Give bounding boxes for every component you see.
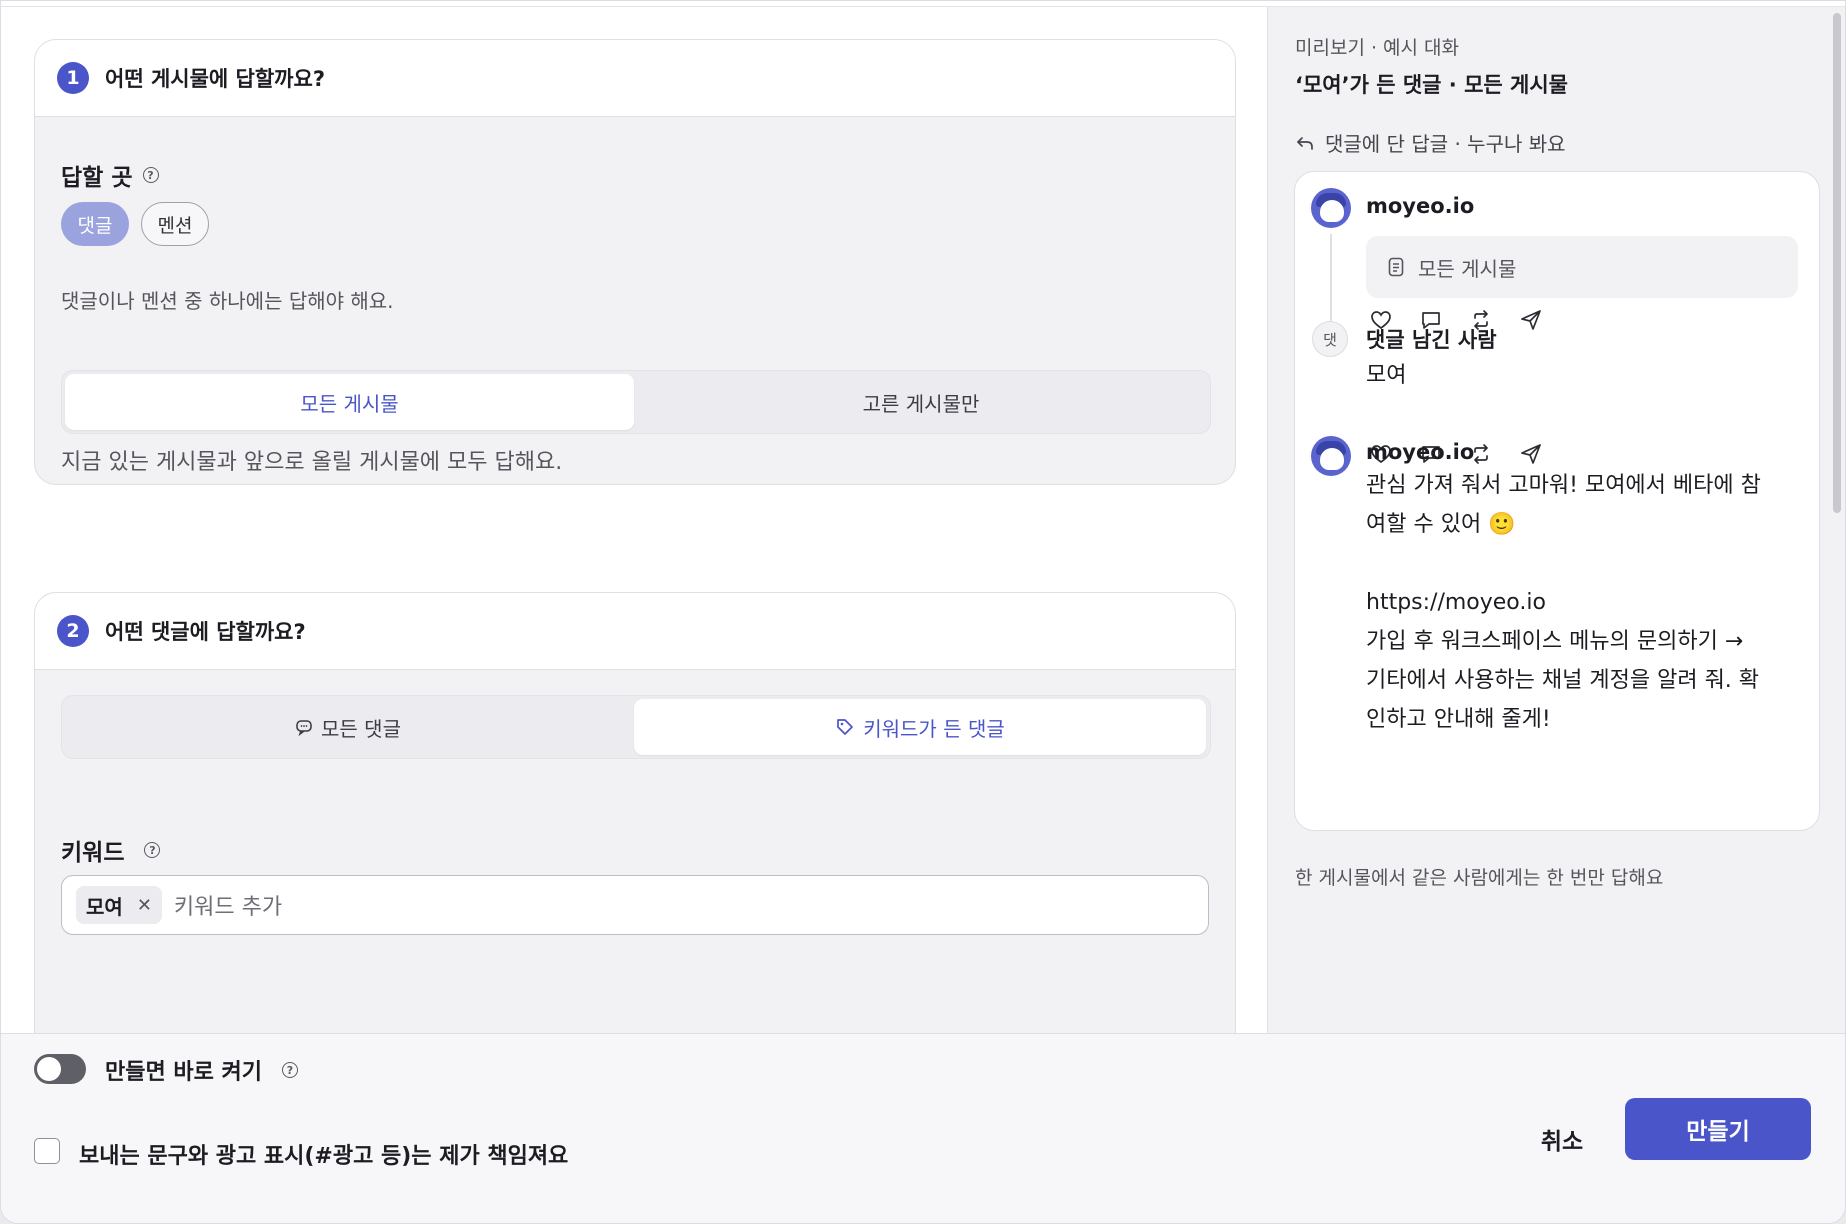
- close-icon[interactable]: ✕: [137, 895, 152, 916]
- reply-text: 관심 가져 줘서 고마워! 모여에서 베타에 참 여할 수 있어 🙂 https…: [1366, 466, 1761, 739]
- commenter-name: 댓글 남긴 사람: [1366, 328, 1497, 352]
- checkbox-label[interactable]: 보내는 문구와 광고 표시(#광고 등)는 제가 책임져요: [79, 1138, 568, 1170]
- all-comments-tab[interactable]: 모든 댓글: [65, 699, 631, 755]
- preview-subtitle: 미리보기 · 예시 대화: [1295, 37, 1459, 59]
- preview-thread: moyeo.io 모든 게시물 댓 댓글 남긴 사람 모여 moyeo.io 관…: [1294, 171, 1820, 831]
- keyword-comments-label: 키워드가 든 댓글: [863, 716, 1005, 741]
- selected-posts-tab[interactable]: 고른 게시물만: [636, 374, 1206, 430]
- reply-to-label-text: 답할 곳: [61, 165, 133, 191]
- avatar: [1311, 436, 1351, 476]
- enable-on-create-toggle[interactable]: [34, 1054, 86, 1084]
- preview-mode-text: 댓글에 단 답글 · 누구나 봐요: [1325, 132, 1566, 156]
- create-button[interactable]: 만들기: [1625, 1098, 1811, 1160]
- keyword-chip: 모여 ✕: [76, 886, 162, 924]
- send-icon[interactable]: [1519, 308, 1543, 332]
- help-icon[interactable]: ?: [282, 1062, 298, 1078]
- reply-line: 인하고 안내해 줄게!: [1366, 707, 1551, 732]
- reply-to-label: 답할 곳 ?: [61, 158, 159, 192]
- card-title: 어떤 댓글에 답할까요?: [105, 620, 306, 644]
- keyword-input-field[interactable]: 모여 ✕ 키워드 추가: [61, 875, 1209, 935]
- automation-modal: 1 어떤 게시물에 답할까요? 답할 곳 ? 댓글 멘션 댓글이나 멘션 중 하…: [0, 0, 1846, 1224]
- thread-line: [1330, 234, 1332, 334]
- reply-to-hint: 댓글이나 멘션 중 하나에는 답해야 해요.: [61, 289, 394, 313]
- step-number-badge: 2: [57, 615, 89, 647]
- comment-scope-card: 2 어떤 댓글에 답할까요? 모든 댓글 키워드가 든 댓글 키워드 ? 모여 …: [34, 592, 1236, 1033]
- reply-line: [1366, 544, 1761, 583]
- responsibility-checkbox[interactable]: [34, 1138, 60, 1164]
- all-posts-tab[interactable]: 모든 게시물: [65, 374, 634, 430]
- reply-author-name: moyeo.io: [1366, 440, 1475, 464]
- document-icon: [1388, 257, 1404, 277]
- keyword-label: 키워드 ?: [61, 833, 161, 867]
- card-title: 어떤 게시물에 답할까요?: [105, 67, 326, 91]
- send-icon[interactable]: [1519, 442, 1543, 466]
- keyword-comments-tab[interactable]: 키워드가 든 댓글: [634, 699, 1206, 755]
- toggle-label-text: 만들면 바로 켜기: [105, 1060, 262, 1085]
- post-scope-card: 1 어떤 게시물에 답할까요? 답할 곳 ? 댓글 멘션 댓글이나 멘션 중 하…: [34, 39, 1236, 485]
- help-icon[interactable]: ?: [144, 842, 161, 858]
- card-header: 2 어떤 댓글에 답할까요?: [35, 593, 1235, 670]
- commenter-avatar: 댓: [1312, 321, 1348, 357]
- settings-pane: 1 어떤 게시물에 답할까요? 답할 곳 ? 댓글 멘션 댓글이나 멘션 중 하…: [1, 7, 1267, 1033]
- post-scope-segmented-control: 모든 게시물 고른 게시물만: [61, 370, 1211, 434]
- keyword-chip-label: 모여: [86, 894, 123, 919]
- preview-note: 한 게시물에서 같은 사람에게는 한 번만 답해요: [1295, 867, 1664, 889]
- reply-arrow-icon: [1297, 136, 1313, 150]
- cancel-button[interactable]: 취소: [1527, 1114, 1597, 1164]
- post-reference-box: 모든 게시물: [1366, 236, 1798, 298]
- toggle-label: 만들면 바로 켜기 ?: [105, 1054, 298, 1086]
- keyword-label-text: 키워드: [61, 840, 125, 866]
- keyword-input-placeholder[interactable]: 키워드 추가: [174, 889, 282, 921]
- post-reference-text: 모든 게시물: [1418, 256, 1517, 281]
- reply-to-comment-pill[interactable]: 댓글: [61, 202, 129, 246]
- help-icon[interactable]: ?: [142, 167, 159, 183]
- post-scope-hint: 지금 있는 게시물과 앞으로 올릴 게시물에 모두 답해요.: [61, 450, 563, 475]
- comment-text: 모여: [1366, 363, 1407, 388]
- speech-bubble-icon: [296, 720, 312, 736]
- scrollbar[interactable]: [1833, 13, 1841, 513]
- preview-pane: 미리보기 · 예시 대화 ‘모여’가 든 댓글 · 모든 게시물 댓글에 단 답…: [1267, 7, 1845, 1033]
- all-comments-label: 모든 댓글: [321, 716, 401, 741]
- reply-line: 여할 수 있어 🙂: [1366, 512, 1516, 537]
- footer-bar: 만들면 바로 켜기 ? 보내는 문구와 광고 표시(#광고 등)는 제가 책임져…: [1, 1033, 1845, 1223]
- reply-line: 관심 가져 줘서 고마워! 모여에서 베타에 참: [1366, 473, 1761, 498]
- step-number-badge: 1: [57, 62, 89, 94]
- card-header: 1 어떤 게시물에 답할까요?: [35, 40, 1235, 117]
- post-author-name: moyeo.io: [1366, 194, 1475, 218]
- toggle-knob: [37, 1057, 61, 1081]
- tag-icon: [837, 719, 854, 735]
- reply-line: https://moyeo.io: [1366, 590, 1546, 615]
- reply-to-mention-pill[interactable]: 멘션: [141, 202, 209, 246]
- reply-line: 기타에서 사용하는 채널 계정을 알려 줘. 확: [1366, 668, 1760, 693]
- preview-title: ‘모여’가 든 댓글 · 모든 게시물: [1295, 73, 1569, 97]
- avatar: [1311, 188, 1351, 228]
- comment-scope-segmented-control: 모든 댓글 키워드가 든 댓글: [61, 695, 1211, 759]
- reply-line: 가입 후 워크스페이스 메뉴의 문의하기 →: [1366, 629, 1744, 654]
- preview-mode: 댓글에 단 답글 · 누구나 봐요: [1295, 128, 1566, 157]
